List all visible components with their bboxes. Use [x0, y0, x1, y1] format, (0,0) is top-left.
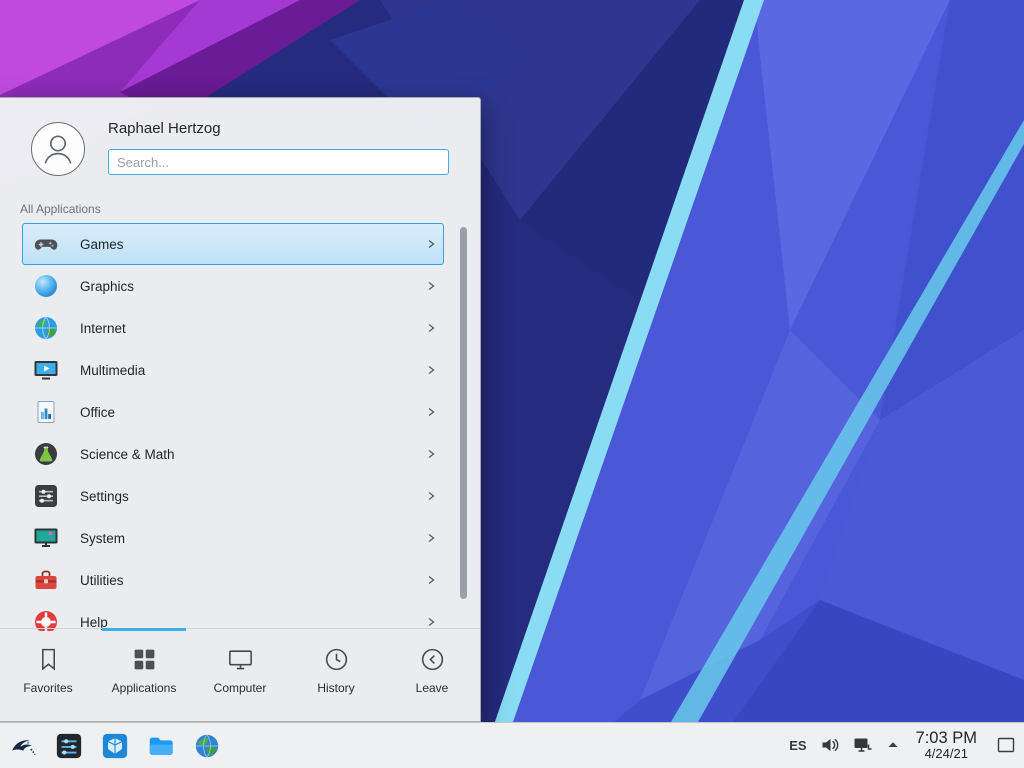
- category-list: Games Graphics: [0, 223, 480, 631]
- user-avatar[interactable]: [31, 122, 85, 176]
- submenu-arrow-icon: [423, 446, 439, 462]
- terminal-sliders-icon: [55, 732, 83, 760]
- active-tab-indicator: [102, 628, 186, 631]
- expand-tray-icon[interactable]: [886, 738, 900, 752]
- tab-applications[interactable]: Applications: [96, 629, 192, 721]
- submenu-arrow-icon: [423, 278, 439, 294]
- tab-label: Computer: [214, 681, 267, 695]
- category-graphics[interactable]: Graphics: [22, 265, 444, 307]
- browser-globe-icon: [193, 732, 221, 760]
- tab-label: Favorites: [23, 681, 72, 695]
- category-label: Settings: [80, 489, 423, 504]
- submenu-arrow-icon: [423, 530, 439, 546]
- sphere-icon: [33, 273, 59, 299]
- tab-leave[interactable]: Leave: [384, 629, 480, 721]
- grid-icon: [131, 646, 158, 673]
- monitor-icon: [33, 525, 59, 551]
- category-utilities[interactable]: Utilities: [22, 559, 444, 601]
- search-input[interactable]: [108, 149, 449, 175]
- launcher-tabbar: Favorites Applications Computer: [0, 628, 480, 721]
- folder-icon: [147, 732, 175, 760]
- category-system[interactable]: System: [22, 517, 444, 559]
- network-icon[interactable]: [853, 735, 873, 755]
- system-tray: ES 7:03 PM 4/24/21: [789, 729, 1016, 762]
- show-desktop-icon: [996, 735, 1016, 755]
- category-label: Graphics: [80, 279, 423, 294]
- submenu-arrow-icon: [423, 362, 439, 378]
- bookmark-icon: [35, 646, 62, 673]
- category-office[interactable]: Office: [22, 391, 444, 433]
- tab-favorites[interactable]: Favorites: [0, 629, 96, 721]
- clock-time: 7:03 PM: [916, 729, 977, 747]
- taskbar-panel: ES 7:03 PM 4/24/21: [0, 722, 1024, 768]
- show-desktop-button[interactable]: [996, 735, 1016, 755]
- desktop: Raphael Hertzog All Applications Games: [0, 0, 1024, 768]
- document-chart-icon: [33, 399, 59, 425]
- category-label: Utilities: [80, 573, 423, 588]
- launcher-web-browser[interactable]: [192, 731, 221, 760]
- panel-launchers: [8, 731, 221, 760]
- monitor-play-icon: [33, 357, 59, 383]
- category-label: Internet: [80, 321, 423, 336]
- leave-icon: [419, 646, 446, 673]
- gamepad-icon: [33, 231, 59, 257]
- submenu-arrow-icon: [423, 236, 439, 252]
- kali-menu-button[interactable]: [8, 731, 37, 760]
- tab-label: History: [317, 681, 354, 695]
- globe-icon: [33, 315, 59, 341]
- tab-history[interactable]: History: [288, 629, 384, 721]
- user-name: Raphael Hertzog: [108, 120, 221, 137]
- category-settings[interactable]: Settings: [22, 475, 444, 517]
- sliders-icon: [33, 483, 59, 509]
- category-games[interactable]: Games: [22, 223, 444, 265]
- volume-icon[interactable]: [820, 735, 840, 755]
- person-icon: [36, 127, 80, 171]
- flask-icon: [33, 441, 59, 467]
- category-label: System: [80, 531, 423, 546]
- keyboard-layout-indicator[interactable]: ES: [789, 738, 806, 753]
- submenu-arrow-icon: [423, 488, 439, 504]
- category-science-math[interactable]: Science & Math: [22, 433, 444, 475]
- category-label: Multimedia: [80, 363, 423, 378]
- tab-label: Applications: [112, 681, 177, 695]
- category-label: Science & Math: [80, 447, 423, 462]
- clock-icon: [323, 646, 350, 673]
- tab-computer[interactable]: Computer: [192, 629, 288, 721]
- computer-icon: [227, 646, 254, 673]
- launcher-file-manager[interactable]: [146, 731, 175, 760]
- tab-label: Leave: [416, 681, 449, 695]
- launcher-software[interactable]: [100, 731, 129, 760]
- category-label: Office: [80, 405, 423, 420]
- category-internet[interactable]: Internet: [22, 307, 444, 349]
- submenu-arrow-icon: [423, 572, 439, 588]
- application-launcher-menu: Raphael Hertzog All Applications Games: [0, 97, 481, 722]
- category-multimedia[interactable]: Multimedia: [22, 349, 444, 391]
- toolbox-icon: [33, 567, 59, 593]
- software-box-icon: [101, 732, 129, 760]
- category-label: Games: [80, 237, 423, 252]
- submenu-arrow-icon: [423, 320, 439, 336]
- digital-clock[interactable]: 7:03 PM 4/24/21: [916, 729, 977, 762]
- kali-logo-icon: [9, 732, 37, 760]
- submenu-arrow-icon: [423, 404, 439, 420]
- scrollbar[interactable]: [460, 227, 467, 599]
- clock-date: 4/24/21: [916, 747, 977, 762]
- section-label: All Applications: [20, 202, 101, 216]
- category-help[interactable]: Help: [22, 601, 444, 631]
- launcher-terminal[interactable]: [54, 731, 83, 760]
